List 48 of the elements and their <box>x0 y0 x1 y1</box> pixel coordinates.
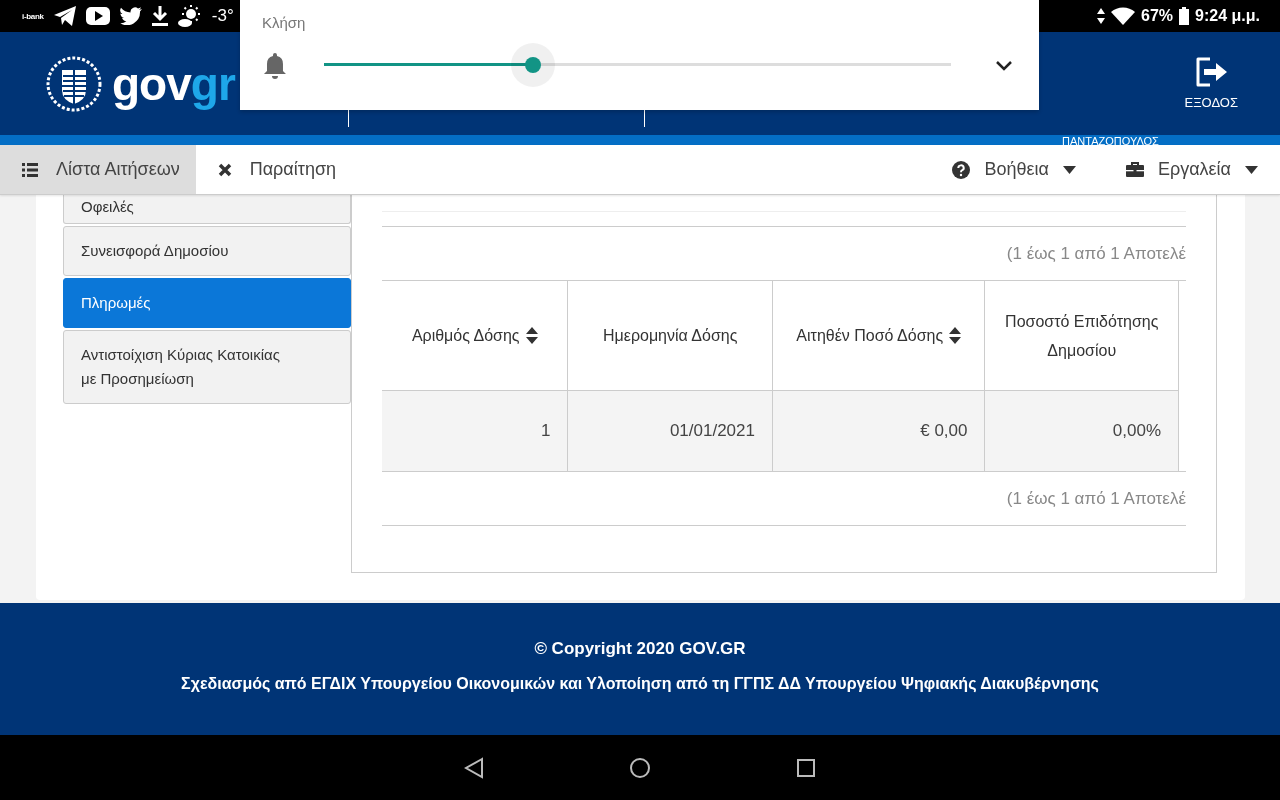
govgr-logo: govgr <box>112 56 235 111</box>
sun-cloud-icon <box>177 5 202 27</box>
pagination-info: (1 έως 1 από 1 Αποτελέ <box>1006 243 1186 264</box>
toolbox-icon <box>1125 162 1144 177</box>
video-play-icon <box>85 7 110 25</box>
close-icon <box>217 162 232 177</box>
sort-icon <box>949 327 962 344</box>
download-icon <box>151 6 168 26</box>
back-icon[interactable] <box>464 756 484 779</box>
wifi-icon <box>1111 7 1136 25</box>
caret-icon <box>1245 165 1258 174</box>
battery-icon <box>1179 7 1190 25</box>
exit-button[interactable]: ΕΞΟΔΟΣ <box>1184 32 1238 135</box>
dropdown-menu-button[interactable]: Βοήθεια <box>924 145 1098 194</box>
table-cell: 0,00% <box>984 390 1179 471</box>
table-cell: 1 <box>382 390 568 471</box>
table-cell: 01/01/2021 <box>567 390 773 471</box>
caret-icon <box>1062 165 1076 174</box>
data-arrows-icon <box>1097 8 1106 24</box>
bird-icon <box>119 7 142 25</box>
toolbar-tab[interactable]: Λίστα Αιτήσεων <box>0 145 196 194</box>
list-icon <box>22 162 38 177</box>
paper-plane-icon <box>53 6 76 26</box>
emblem-icon <box>46 55 102 112</box>
credits-text: Σχεδιασμός από ΕΓΔΙΧ Υπουργείου Οικονομικών και Υλοποίηση από τη ΓΓΠΣ ΔΔ Υπουργείου Ψηφιακής Διακυβέρνησης <box>181 675 1099 693</box>
sidebar-item[interactable]: Συνεισφορά Δημοσίου <box>63 226 351 276</box>
sidebar-item[interactable]: Πληρωμές <box>63 278 351 328</box>
help-icon <box>952 160 971 179</box>
battery-percent: 67% <box>1141 7 1174 25</box>
sidebar-item[interactable]: Οφειλές <box>63 195 351 224</box>
exit-icon <box>1194 57 1229 87</box>
copyright-text: © Copyright 2020 GOV.GR <box>534 639 746 659</box>
table-cell: € 0,00 <box>772 390 985 471</box>
sort-icon <box>525 327 538 344</box>
chevron-down-icon <box>995 59 1013 71</box>
home-icon[interactable] <box>629 756 651 779</box>
dropdown-menu-button[interactable]: Εργαλεία <box>1097 145 1280 194</box>
bell-icon <box>262 51 288 79</box>
toolbar-tab[interactable]: Παραίτηση <box>195 145 352 194</box>
slider-thumb[interactable] <box>511 43 556 87</box>
recents-icon[interactable] <box>796 757 816 778</box>
pagination-info: (1 έως 1 από 1 Αποτελέ <box>1006 488 1186 509</box>
sidebar-item[interactable]: Αντιστοίχιση Κύριας Κατοικίας με Προσημείωση <box>63 330 351 404</box>
clock-time: 9:24 μ.μ. <box>1195 7 1260 25</box>
temperature-text: -3° <box>211 6 234 26</box>
volume-label: Κλήση <box>262 14 307 31</box>
bank-app-label: i-bank <box>22 11 44 21</box>
user-name: ΠΑΝΤΑΖΟΠΟΥΛΟΣ <box>1062 136 1159 145</box>
